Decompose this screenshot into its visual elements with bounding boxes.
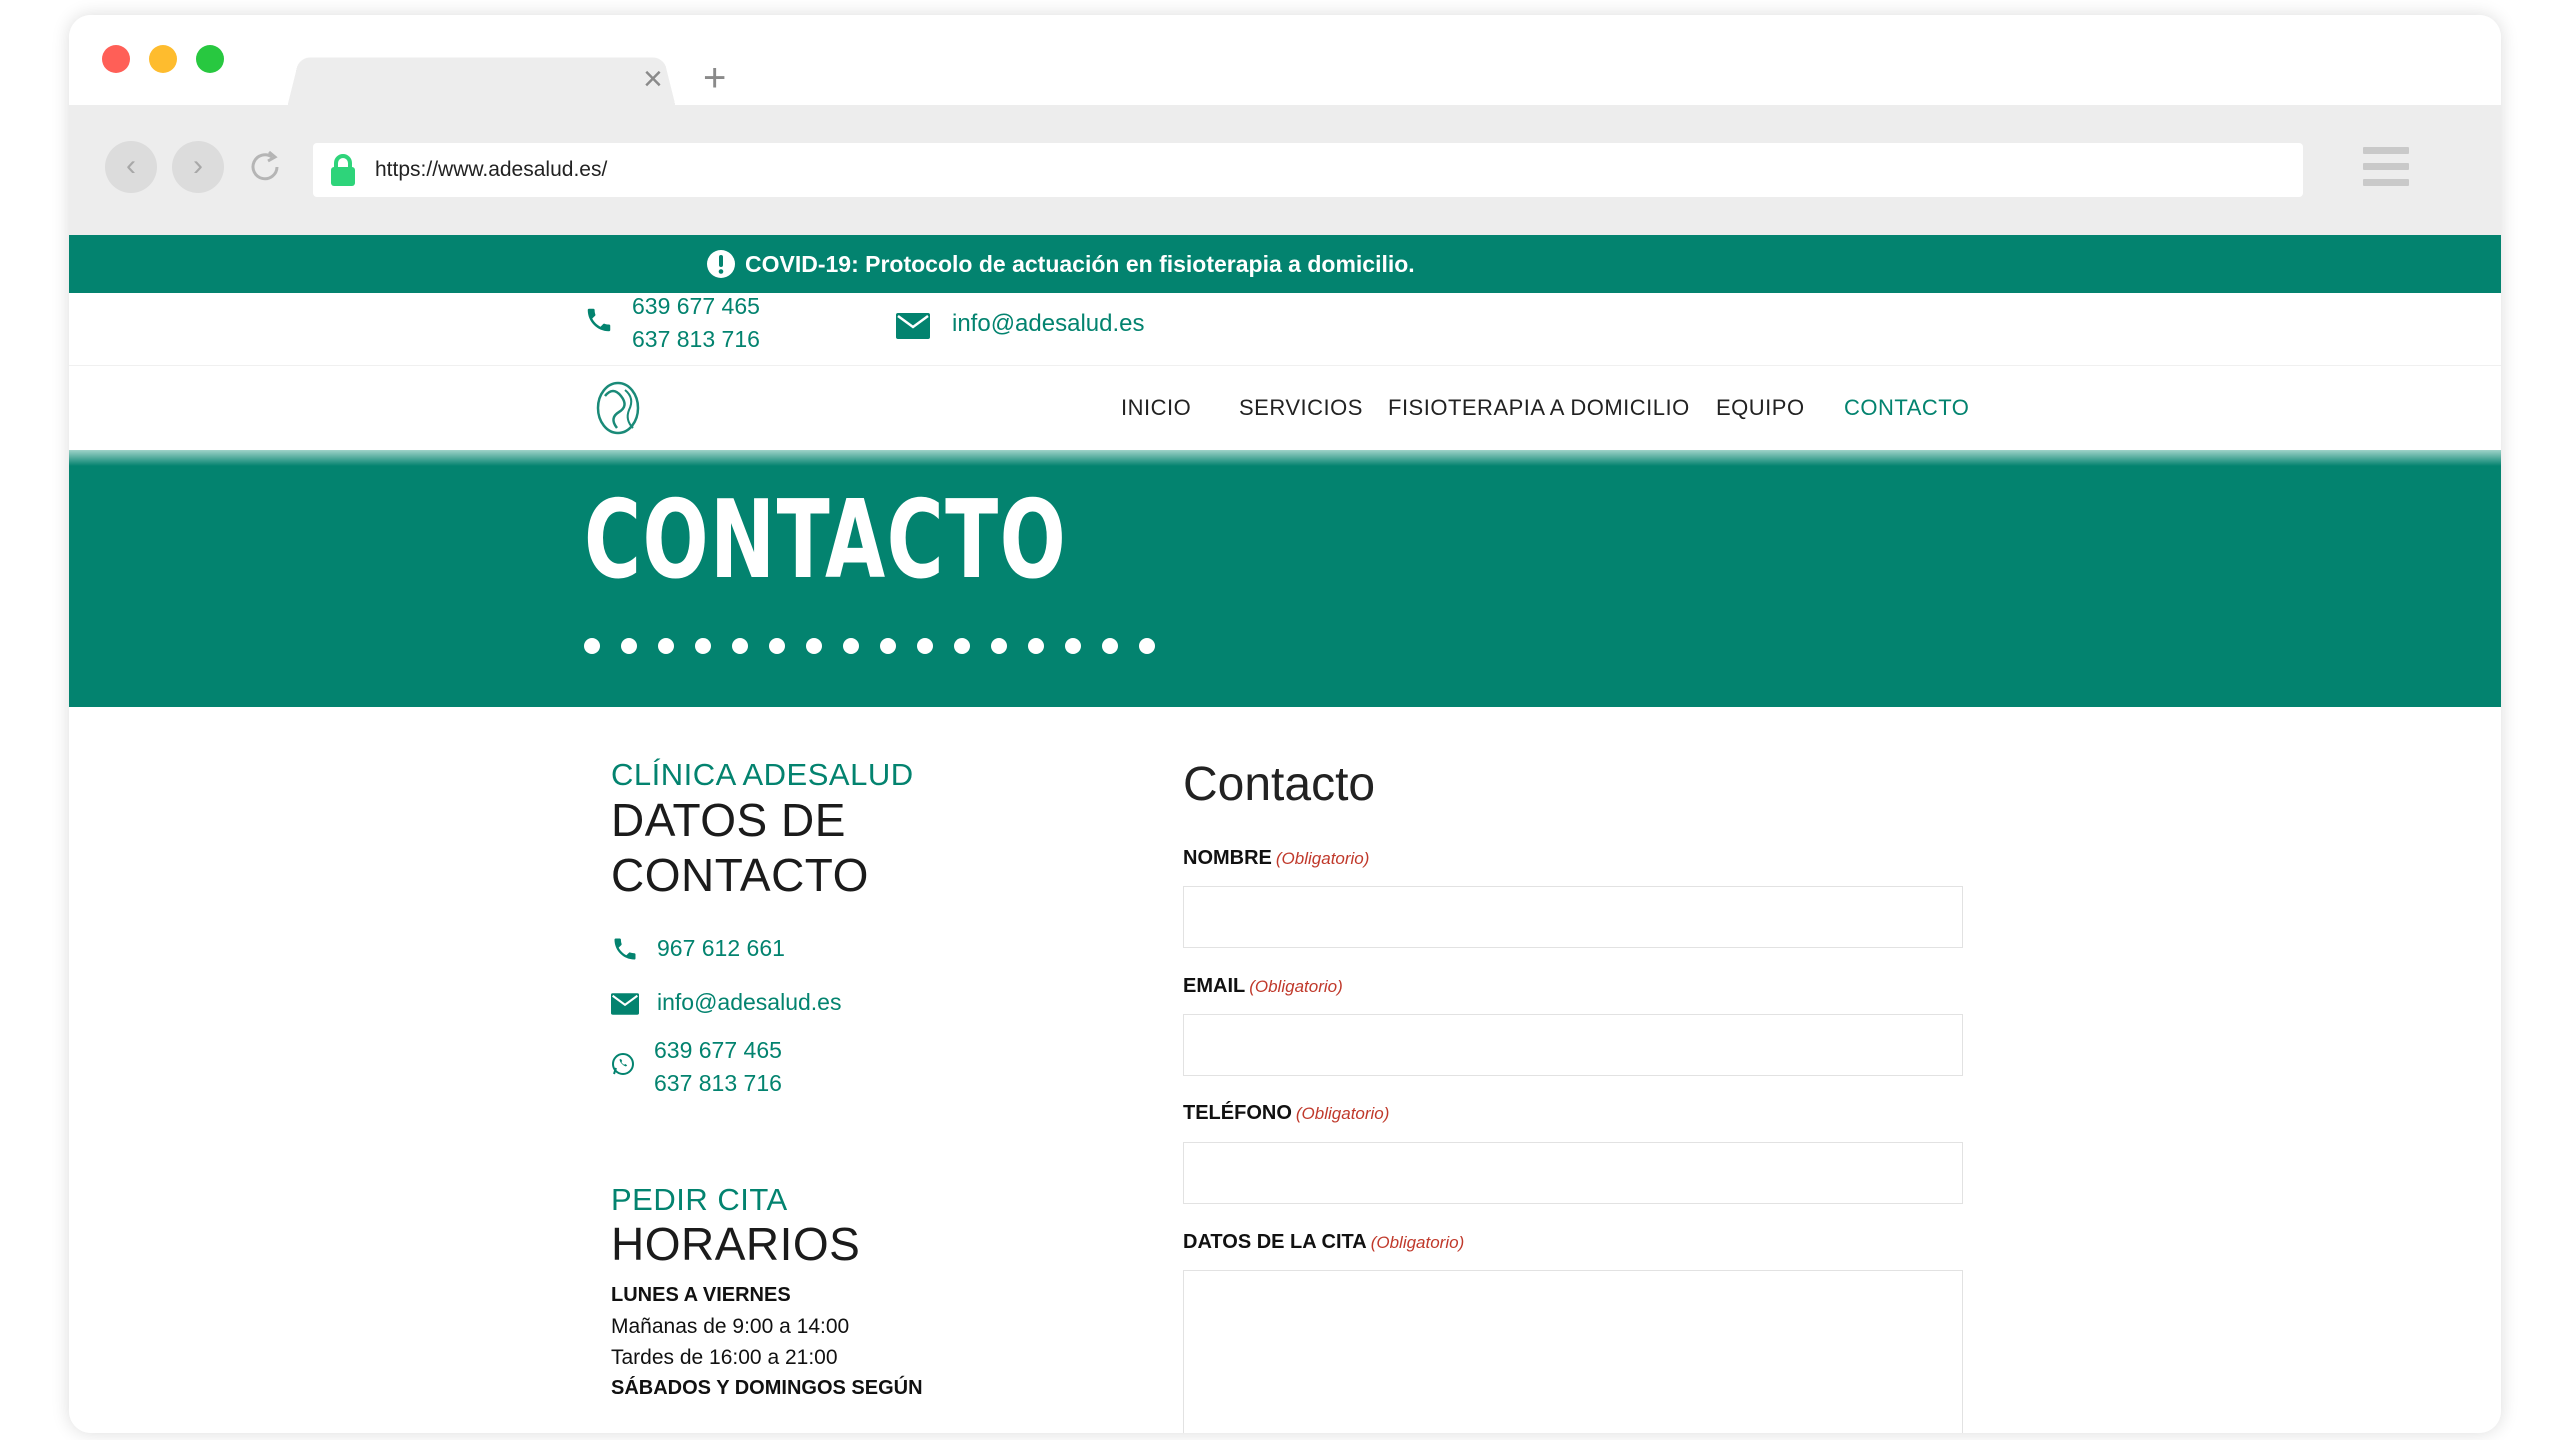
envelope-icon xyxy=(896,313,930,339)
browser-window: × + ‹ › https://www.adesalud.es/ COVID-1… xyxy=(69,15,2501,1433)
lock-icon xyxy=(331,154,355,186)
reload-icon[interactable] xyxy=(245,147,285,187)
morning-hours: Mañanas de 9:00 a 14:00 xyxy=(611,1315,850,1338)
envelope-icon xyxy=(611,993,639,1015)
label-email: EMAIL (Obligatorio) xyxy=(1183,975,1343,997)
title-bar: × + xyxy=(69,15,2501,120)
close-window-button[interactable] xyxy=(102,45,130,73)
phone-icon xyxy=(614,938,636,960)
new-tab-icon[interactable]: + xyxy=(703,57,726,99)
whatsapp-icon xyxy=(612,1053,634,1075)
label-datos-cita: DATOS DE LA CITA (Obligatorio) xyxy=(1183,1231,1465,1253)
top-contact-bar: 639 677 465 637 813 716 info@adesalud.es xyxy=(69,293,2501,365)
top-email-link[interactable]: info@adesalud.es xyxy=(952,310,1145,338)
back-button[interactable]: ‹ xyxy=(105,141,157,193)
contact-title-line2: CONTACTO xyxy=(611,849,869,901)
hours-title: HORARIOS xyxy=(611,1218,861,1270)
browser-menu-icon[interactable] xyxy=(2363,147,2409,193)
clinic-phone[interactable]: 967 612 661 xyxy=(657,935,785,962)
nav-fisioterapia-a-domicilio[interactable]: FISIOTERAPIA A DOMICILIO xyxy=(1388,366,1690,450)
covid-banner[interactable]: COVID-19: Protocolo de actuación en fisi… xyxy=(69,235,2501,293)
label-telefono: TELÉFONO (Obligatorio) xyxy=(1183,1102,1390,1124)
forward-button[interactable]: › xyxy=(172,141,224,193)
minimize-window-button[interactable] xyxy=(149,45,177,73)
appointment-kicker: PEDIR CITA xyxy=(611,1182,788,1217)
web-page: COVID-19: Protocolo de actuación en fisi… xyxy=(69,235,2501,1433)
telefono-input[interactable] xyxy=(1183,1142,1963,1204)
email-input[interactable] xyxy=(1183,1014,1963,1076)
adesalud-logo[interactable] xyxy=(591,378,647,438)
main-navigation: INICIO SERVICIOS FISIOTERAPIA A DOMICILI… xyxy=(69,365,2501,451)
nav-inicio[interactable]: INICIO xyxy=(1121,366,1191,450)
afternoon-hours: Tardes de 16:00 a 21:00 xyxy=(611,1346,838,1369)
weekdays-label: LUNES A VIERNES xyxy=(611,1284,791,1306)
page-title: CONTACTO xyxy=(584,478,1068,603)
address-bar[interactable]: https://www.adesalud.es/ xyxy=(313,143,2303,197)
nav-servicios[interactable]: SERVICIOS xyxy=(1239,366,1363,450)
top-phone-1[interactable]: 639 677 465 xyxy=(632,293,760,320)
label-nombre: NOMBRE (Obligatorio) xyxy=(1183,847,1370,869)
whatsapp-phone-2[interactable]: 637 813 716 xyxy=(654,1070,782,1097)
whatsapp-phone-1[interactable]: 639 677 465 xyxy=(654,1037,782,1064)
decorative-dots xyxy=(584,638,1176,659)
form-title: Contacto xyxy=(1183,758,1376,811)
contact-title-line1: DATOS DE xyxy=(611,794,846,846)
weekend-label: SÁBADOS Y DOMINGOS SEGÚN xyxy=(611,1377,923,1399)
page-hero: CONTACTO xyxy=(69,450,2501,707)
browser-toolbar: ‹ › https://www.adesalud.es/ xyxy=(69,105,2501,235)
phone-icon xyxy=(587,308,611,332)
exclamation-circle-icon xyxy=(707,250,735,278)
top-phone-2[interactable]: 637 813 716 xyxy=(632,326,760,353)
clinic-email[interactable]: info@adesalud.es xyxy=(657,989,841,1016)
tab-close-icon[interactable]: × xyxy=(643,59,663,99)
clinic-kicker: CLÍNICA ADESALUD xyxy=(611,757,914,792)
banner-text: COVID-19: Protocolo de actuación en fisi… xyxy=(745,251,1415,277)
url-text: https://www.adesalud.es/ xyxy=(375,158,608,181)
maximize-window-button[interactable] xyxy=(196,45,224,73)
nav-equipo[interactable]: EQUIPO xyxy=(1716,366,1805,450)
nombre-input[interactable] xyxy=(1183,886,1963,948)
nav-contacto[interactable]: CONTACTO xyxy=(1844,366,1969,450)
datos-cita-textarea[interactable] xyxy=(1183,1270,1963,1433)
